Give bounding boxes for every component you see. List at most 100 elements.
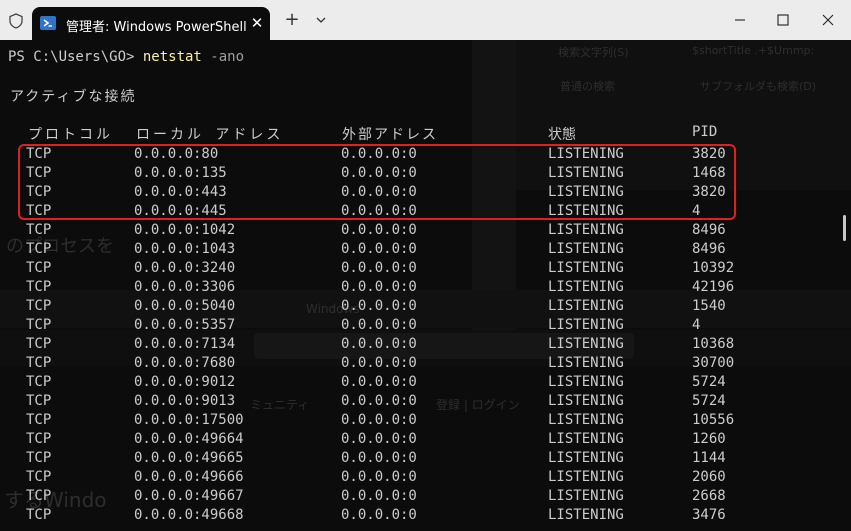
col-pid: PID bbox=[692, 124, 718, 140]
protocol-cell: TCP bbox=[26, 469, 52, 485]
tab-close-icon[interactable]: ✕ bbox=[247, 13, 267, 33]
protocol-cell: TCP bbox=[26, 393, 52, 409]
state-cell: LISTENING bbox=[548, 298, 624, 314]
table-row: TCP 0.0.0.0:17500 0.0.0.0:0 LISTENING 10556 bbox=[0, 412, 851, 431]
pid-cell: 10556 bbox=[692, 412, 735, 428]
state-cell: LISTENING bbox=[548, 431, 624, 447]
foreign-address-cell: 0.0.0.0:0 bbox=[341, 317, 417, 333]
state-cell: LISTENING bbox=[548, 222, 624, 238]
pid-cell: 42196 bbox=[692, 279, 735, 295]
foreign-address-cell: 0.0.0.0:0 bbox=[341, 222, 417, 238]
pid-cell: 5724 bbox=[692, 393, 726, 409]
ghost-subfolder-label: サブフォルダも検索(D) bbox=[700, 80, 817, 93]
pid-cell: 2668 bbox=[692, 488, 726, 504]
local-address-cell: 0.0.0.0:3240 bbox=[134, 260, 236, 276]
protocol-cell: TCP bbox=[26, 260, 52, 276]
pid-cell: 2060 bbox=[692, 469, 726, 485]
protocol-cell: TCP bbox=[26, 279, 52, 295]
table-row: TCP 0.0.0.0:1042 0.0.0.0:0 LISTENING 8496 bbox=[0, 222, 851, 241]
prompt-text: PS C:\Users\GO> bbox=[8, 49, 143, 65]
foreign-address-cell: 0.0.0.0:0 bbox=[341, 393, 417, 409]
foreign-address-cell: 0.0.0.0:0 bbox=[341, 355, 417, 371]
table-row: TCP 0.0.0.0:5357 0.0.0.0:0 LISTENING 4 bbox=[0, 317, 851, 336]
foreign-address-cell: 0.0.0.0:0 bbox=[341, 431, 417, 447]
local-address-cell: 0.0.0.0:9012 bbox=[134, 374, 236, 390]
state-cell: LISTENING bbox=[548, 507, 624, 523]
foreign-address-cell: 0.0.0.0:0 bbox=[341, 374, 417, 390]
shield-icon bbox=[9, 13, 23, 29]
protocol-cell: TCP bbox=[26, 298, 52, 314]
local-address-cell: 0.0.0.0:7134 bbox=[134, 336, 236, 352]
pid-cell: 3476 bbox=[692, 507, 726, 523]
local-address-cell: 0.0.0.0:5357 bbox=[134, 317, 236, 333]
state-cell: LISTENING bbox=[548, 450, 624, 466]
protocol-cell: TCP bbox=[26, 222, 52, 238]
local-address-cell: 0.0.0.0:1042 bbox=[134, 222, 236, 238]
protocol-cell: TCP bbox=[26, 374, 52, 390]
protocol-cell: TCP bbox=[26, 336, 52, 352]
table-row: TCP 0.0.0.0:7134 0.0.0.0:0 LISTENING 10368 bbox=[0, 336, 851, 355]
table-row: TCP 0.0.0.0:5040 0.0.0.0:0 LISTENING 1540 bbox=[0, 298, 851, 317]
protocol-cell: TCP bbox=[26, 450, 52, 466]
ghost-search-label: 検索文字列(S) bbox=[558, 46, 629, 59]
table-row: TCP 0.0.0.0:9013 0.0.0.0:0 LISTENING 5724 bbox=[0, 393, 851, 412]
section-heading: アクティブな接続 bbox=[10, 89, 137, 105]
protocol-cell: TCP bbox=[26, 355, 52, 371]
scrollbar-thumb[interactable] bbox=[843, 215, 846, 241]
protocol-cell: TCP bbox=[26, 317, 52, 333]
table-row: TCP 0.0.0.0:49666 0.0.0.0:0 LISTENING 2060 bbox=[0, 469, 851, 488]
command-text: netstat bbox=[142, 49, 202, 65]
title-bar: 管理者: Windows PowerShell ✕ + bbox=[0, 0, 851, 40]
terminal-area[interactable]: 検索文字列(S) $shortTitle .+$Ummp: 普通の検索 サブフォ… bbox=[0, 40, 851, 531]
table-row: TCP 0.0.0.0:49664 0.0.0.0:0 LISTENING 1260 bbox=[0, 431, 851, 450]
foreign-address-cell: 0.0.0.0:0 bbox=[341, 469, 417, 485]
state-cell: LISTENING bbox=[548, 393, 624, 409]
pid-cell: 1260 bbox=[692, 431, 726, 447]
state-cell: LISTENING bbox=[548, 317, 624, 333]
table-row: TCP 0.0.0.0:3240 0.0.0.0:0 LISTENING 10392 bbox=[0, 260, 851, 279]
command-argument: -ano bbox=[201, 49, 245, 65]
table-row: TCP 0.0.0.0:9012 0.0.0.0:0 LISTENING 5724 bbox=[0, 374, 851, 393]
foreign-address-cell: 0.0.0.0:0 bbox=[341, 450, 417, 466]
table-row: TCP 0.0.0.0:1043 0.0.0.0:0 LISTENING 8496 bbox=[0, 241, 851, 260]
local-address-cell: 0.0.0.0:49667 bbox=[134, 488, 244, 504]
state-cell: LISTENING bbox=[548, 488, 624, 504]
maximize-icon[interactable] bbox=[775, 12, 791, 28]
chevron-down-icon[interactable] bbox=[314, 14, 328, 26]
col-foreign-address: 外部アドレス bbox=[342, 127, 438, 143]
highlight-box bbox=[18, 144, 736, 220]
local-address-cell: 0.0.0.0:17500 bbox=[134, 412, 244, 428]
local-address-cell: 0.0.0.0:49668 bbox=[134, 507, 244, 523]
ghost-search-mode: 普通の検索 bbox=[560, 80, 615, 93]
table-row: TCP 0.0.0.0:49665 0.0.0.0:0 LISTENING 1144 bbox=[0, 450, 851, 469]
new-tab-icon[interactable]: + bbox=[284, 11, 300, 29]
foreign-address-cell: 0.0.0.0:0 bbox=[341, 488, 417, 504]
foreign-address-cell: 0.0.0.0:0 bbox=[341, 279, 417, 295]
col-protocol: プロトコル bbox=[28, 127, 113, 143]
minimize-icon[interactable] bbox=[732, 12, 748, 28]
state-cell: LISTENING bbox=[548, 355, 624, 371]
state-cell: LISTENING bbox=[548, 336, 624, 352]
col-local-address: ローカル アドレス bbox=[136, 127, 284, 143]
foreign-address-cell: 0.0.0.0:0 bbox=[341, 507, 417, 523]
ghost-search-value: $shortTitle .+$Ummp: bbox=[692, 44, 815, 57]
pid-cell: 8496 bbox=[692, 222, 726, 238]
pid-cell: 5724 bbox=[692, 374, 726, 390]
state-cell: LISTENING bbox=[548, 279, 624, 295]
pid-cell: 8496 bbox=[692, 241, 726, 257]
close-window-icon[interactable] bbox=[820, 12, 836, 28]
command-line: PS C:\Users\GO> netstat -ano bbox=[8, 49, 244, 65]
protocol-cell: TCP bbox=[26, 241, 52, 257]
protocol-cell: TCP bbox=[26, 431, 52, 447]
local-address-cell: 0.0.0.0:9013 bbox=[134, 393, 236, 409]
local-address-cell: 0.0.0.0:49665 bbox=[134, 450, 244, 466]
table-row: TCP 0.0.0.0:49668 0.0.0.0:0 LISTENING 3476 bbox=[0, 507, 851, 526]
local-address-cell: 0.0.0.0:7680 bbox=[134, 355, 236, 371]
local-address-cell: 0.0.0.0:1043 bbox=[134, 241, 236, 257]
pid-cell: 1540 bbox=[692, 298, 726, 314]
protocol-cell: TCP bbox=[26, 507, 52, 523]
foreign-address-cell: 0.0.0.0:0 bbox=[341, 412, 417, 428]
tab-powershell[interactable]: 管理者: Windows PowerShell ✕ bbox=[32, 7, 270, 40]
state-cell: LISTENING bbox=[548, 241, 624, 257]
pid-cell: 1144 bbox=[692, 450, 726, 466]
